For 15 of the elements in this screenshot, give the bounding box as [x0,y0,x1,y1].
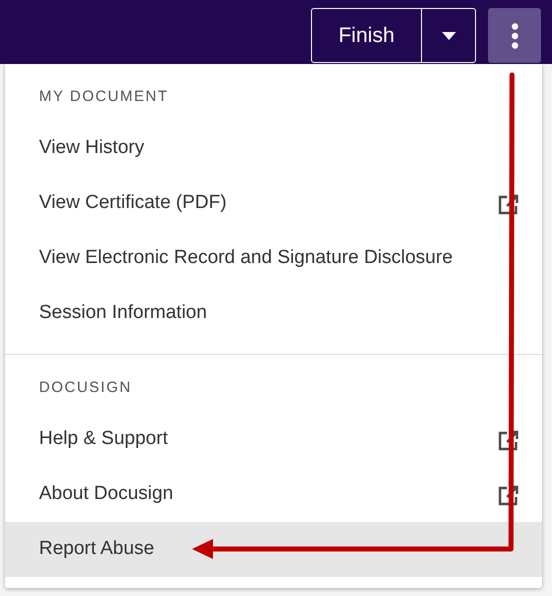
menu-item[interactable]: About Docusign [5,467,542,522]
menu-section-heading: MY DOCUMENT [39,86,169,107]
caret-icon [442,32,456,40]
menu-item[interactable]: View Electronic Record and Signature Disclosure [5,231,542,286]
menu-item[interactable]: View Certificate (PDF) [5,176,542,231]
more-options-icon [510,22,518,48]
menu-item[interactable]: Report Abuse [5,522,542,577]
menu-item[interactable]: Session Information [5,286,542,341]
external-link-icon [498,428,520,450]
menu-item[interactable]: View History [5,121,542,176]
external-link-icon [498,192,520,214]
external-link-icon [498,484,520,506]
menu-item[interactable]: Help & Support [5,412,542,467]
menu-section-heading: DOCUSIGN [39,378,132,398]
more-options-button[interactable] [488,8,541,63]
